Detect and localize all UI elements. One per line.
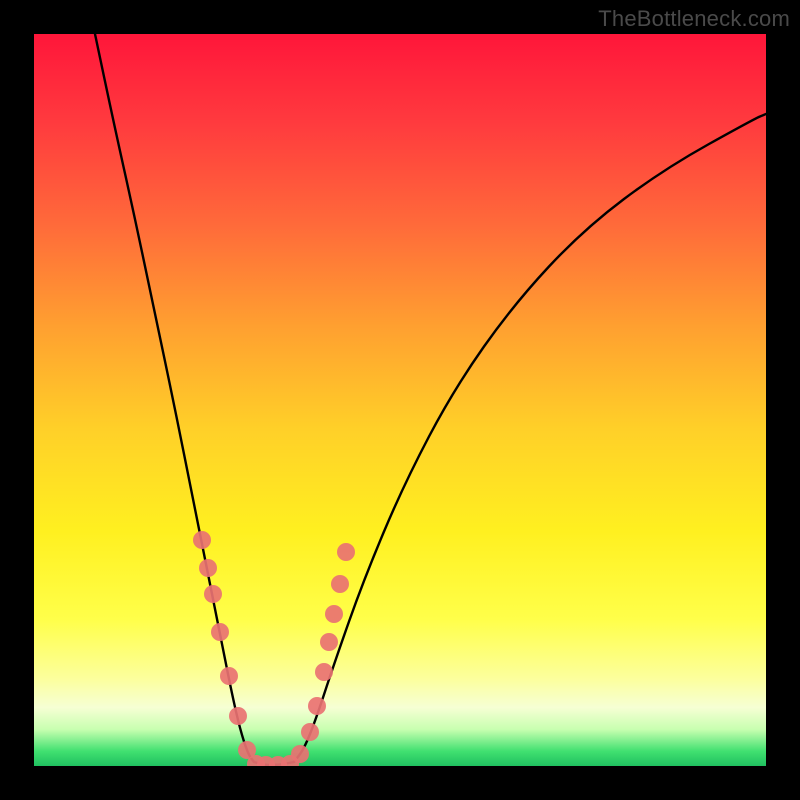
scatter-dot (337, 543, 355, 561)
scatter-dot (315, 663, 333, 681)
scatter-dot (204, 585, 222, 603)
scatter-dot (308, 697, 326, 715)
scatter-dot (291, 745, 309, 763)
chart-frame: TheBottleneck.com (0, 0, 800, 800)
watermark-text: TheBottleneck.com (598, 6, 790, 32)
scatter-dot (220, 667, 238, 685)
scatter-dot (229, 707, 247, 725)
scatter-dot (331, 575, 349, 593)
scatter-dot (211, 623, 229, 641)
plot-area (34, 34, 766, 766)
bottleneck-curve (95, 34, 766, 765)
curve-layer (34, 34, 766, 766)
scatter-dots (193, 531, 355, 766)
scatter-dot (193, 531, 211, 549)
curve-right-branch (294, 114, 766, 762)
scatter-dot (325, 605, 343, 623)
scatter-dot (301, 723, 319, 741)
scatter-dot (320, 633, 338, 651)
scatter-dot (199, 559, 217, 577)
curve-left-branch (95, 34, 254, 762)
